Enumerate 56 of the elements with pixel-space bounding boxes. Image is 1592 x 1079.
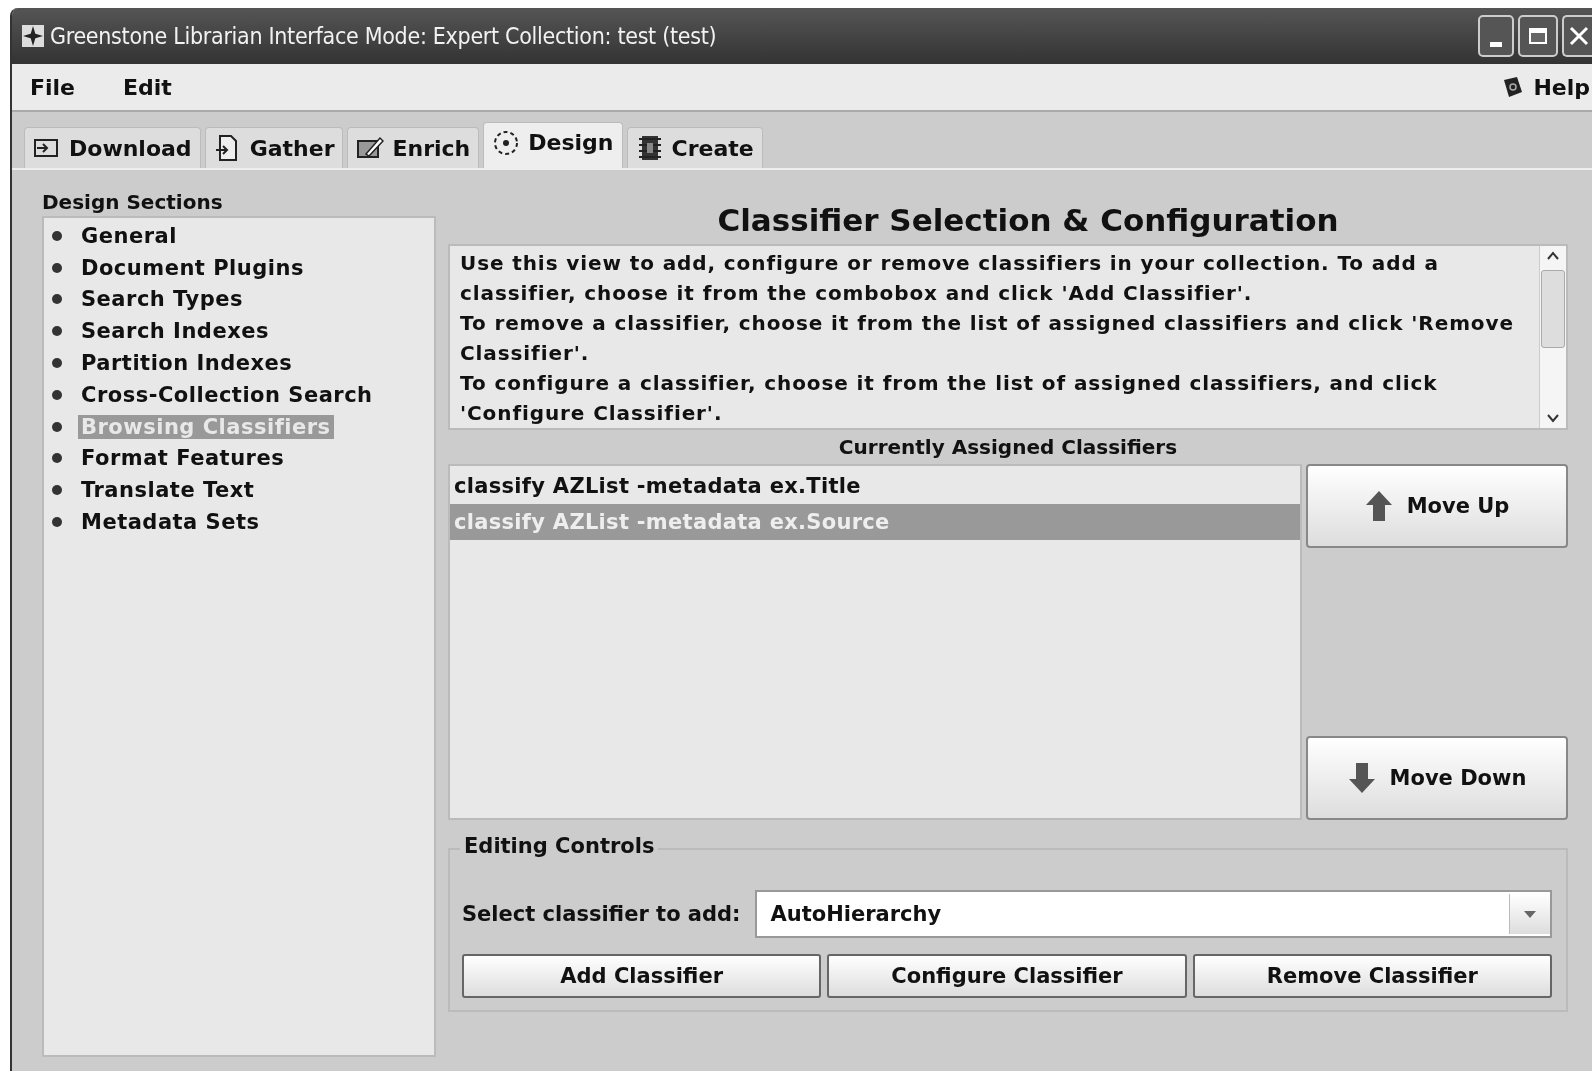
classifier-dropdown[interactable]: AutoHierarchy — [754, 890, 1552, 938]
window-title: Greenstone Librarian Interface Mode: Expert Collection: test (test) — [50, 23, 717, 49]
section-item[interactable]: Cross-Collection Search — [78, 382, 376, 407]
dropdown-arrow-icon — [1523, 909, 1537, 919]
close-icon — [1569, 26, 1589, 46]
section-item[interactable]: Metadata Sets — [78, 510, 263, 535]
section-heading: Design Sections — [42, 190, 224, 216]
gear-icon — [492, 128, 521, 157]
tab[interactable]: Gather — [204, 127, 344, 168]
section-item[interactable]: Translate Text — [78, 478, 258, 503]
move-up-button[interactable]: Move Up — [1306, 464, 1568, 548]
menu-item[interactable]: Edit — [123, 74, 172, 100]
maximize-button[interactable] — [1518, 15, 1558, 57]
bullet-icon — [52, 389, 62, 400]
action-button[interactable]: Configure Classifier — [827, 954, 1187, 998]
panel-title: Classifier Selection & Configuration — [716, 201, 1340, 240]
tab[interactable]: Enrich — [347, 127, 480, 168]
help-menu[interactable]: Help — [1501, 74, 1592, 100]
tab[interactable]: Download — [24, 127, 201, 168]
tab[interactable]: Design — [483, 122, 623, 168]
description-text: To configure a classifier, choose it from the list of assigned classifiers, and click 'Configure Classifier'. — [460, 370, 1439, 427]
bullet-icon — [52, 230, 62, 241]
maximize-icon — [1528, 26, 1548, 46]
bullet-icon — [52, 358, 62, 369]
minimize-button[interactable] — [1478, 15, 1514, 57]
bullet-icon — [52, 517, 62, 528]
description-text: Use this view to add, configure or remove classifiers in your collection. To add a classifier, choose it from the combobox and click 'Add Classifier'. — [460, 250, 1440, 307]
list-heading: Currently Assigned Classifiers — [837, 434, 1179, 461]
section-item[interactable]: Search Indexes — [78, 319, 272, 344]
section-item[interactable]: Search Types — [78, 287, 246, 312]
section-item[interactable]: Partition Indexes — [78, 351, 296, 376]
action-button[interactable]: Remove Classifier — [1192, 954, 1552, 998]
section-item[interactable]: General — [78, 223, 180, 248]
bullet-icon — [52, 485, 62, 496]
bullet-icon — [52, 453, 62, 464]
action-button[interactable]: Add Classifier — [462, 954, 822, 998]
field-label: Select classifier to add: — [462, 902, 741, 926]
group-label: Editing Controls — [460, 834, 659, 858]
compass-icon — [22, 25, 44, 47]
minimize-icon — [1490, 42, 1502, 47]
bullet-icon — [52, 262, 62, 273]
scroll-thumb[interactable] — [1541, 270, 1565, 348]
up-arrow-icon — [1364, 489, 1393, 523]
section-item[interactable]: Format Features — [78, 446, 288, 471]
classifier-item[interactable]: classify AZList -metadata ex.Title — [450, 468, 1300, 504]
close-button[interactable] — [1562, 15, 1592, 57]
menu-item[interactable]: File — [30, 74, 76, 100]
tab[interactable]: Create — [626, 127, 763, 168]
down-arrow-icon — [1347, 761, 1376, 795]
description-text: To remove a classifier, choose it from the list of assigned classifiers and click 'Remove Classifier'. — [460, 310, 1515, 367]
bullet-icon — [52, 326, 62, 337]
bullet-icon — [52, 421, 62, 432]
section-item[interactable]: Document Plugins — [78, 255, 307, 280]
scrollbar[interactable] — [1539, 246, 1566, 428]
bullet-icon — [52, 294, 62, 305]
move-down-button[interactable]: Move Down — [1306, 736, 1568, 820]
